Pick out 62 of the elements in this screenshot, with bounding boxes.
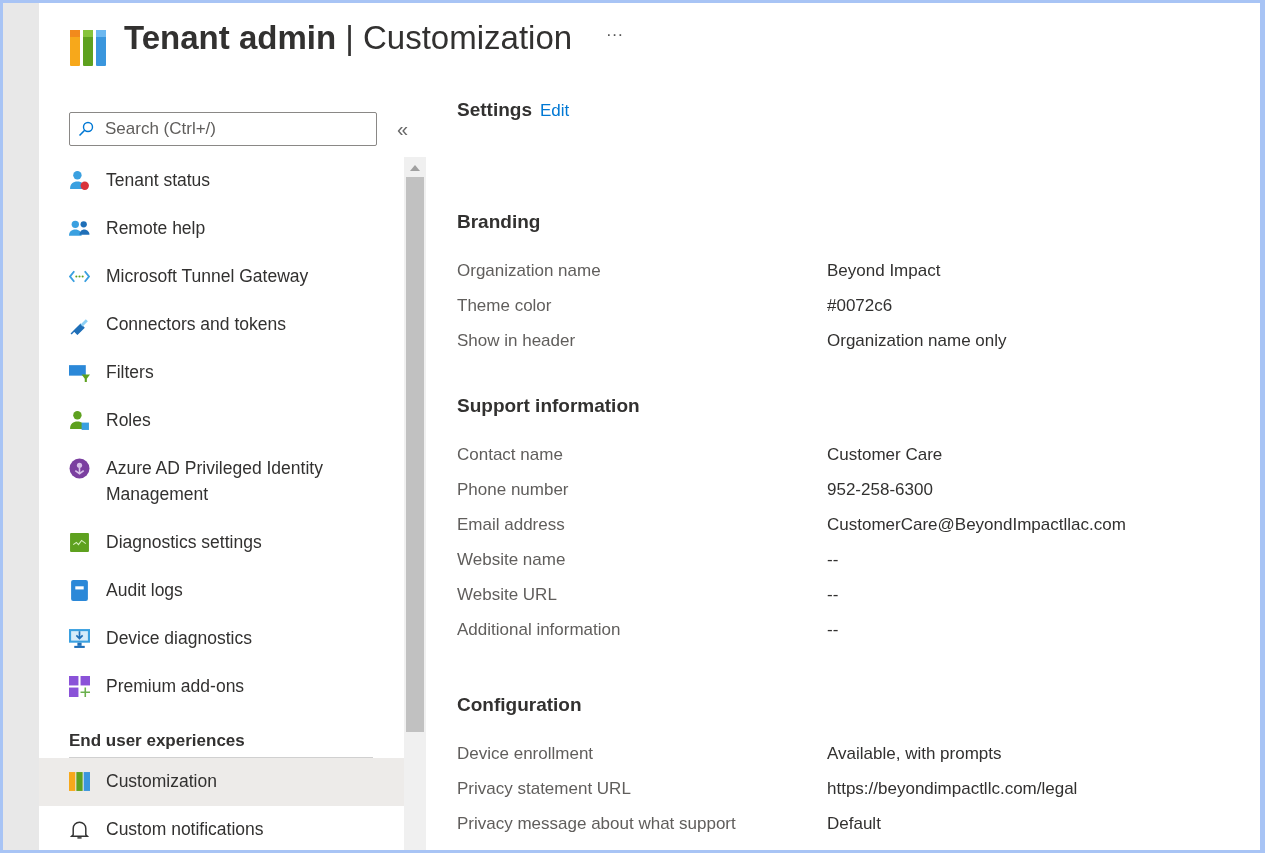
person-icon: [69, 410, 90, 431]
nav-item[interactable]: Customization: [39, 758, 404, 806]
nav-item[interactable]: Audit logs: [39, 567, 404, 615]
setting-label: Phone number: [457, 479, 570, 500]
setting-value: 952-258-6300: [827, 479, 933, 500]
book-icon: [69, 580, 90, 601]
scroll-up-icon[interactable]: [410, 165, 420, 171]
setting-value: Customer Care: [827, 444, 943, 465]
nav-item[interactable]: Azure AD Privileged Identity Management: [39, 445, 404, 519]
collapse-button[interactable]: «: [397, 117, 409, 141]
settings-heading: Settings: [457, 99, 532, 121]
setting-label: Device enrollment: [457, 743, 595, 764]
setting-label: Privacy statement URL: [457, 778, 632, 799]
setting-label: Contact name: [457, 444, 564, 465]
nav-item[interactable]: Microsoft Tunnel Gateway: [39, 253, 404, 301]
monitor-icon: [69, 628, 90, 649]
nav-item[interactable]: Device diagnostics: [39, 615, 404, 663]
setting-value: Organization name only: [827, 330, 1007, 351]
scrollbar[interactable]: [404, 157, 426, 850]
nav-item[interactable]: Remote help: [39, 205, 404, 253]
bars-icon: [69, 771, 90, 792]
nav-item[interactable]: Filters: [39, 349, 404, 397]
setting-label: Show in header: [457, 330, 577, 351]
setting-label: Organization name: [457, 260, 602, 281]
setting-value: Beyond Impact: [827, 260, 941, 281]
search-icon: [78, 121, 94, 137]
setting-value: --: [827, 549, 839, 570]
setting-value: Available, with prompts: [827, 743, 1002, 764]
chart-card-icon: [69, 532, 90, 553]
setting-label: Email address: [457, 514, 566, 535]
section-heading: End user experiences: [68, 730, 246, 752]
group-heading: Branding: [457, 210, 542, 234]
nav-item[interactable]: Roles: [39, 397, 404, 445]
page-title: Tenant admin | Customization: [124, 19, 573, 56]
setting-label: Additional information: [457, 619, 622, 640]
setting-label: Theme color: [457, 295, 553, 316]
bell-icon: [69, 819, 90, 840]
nav-item[interactable]: Tenant status: [39, 157, 404, 205]
setting-value: --: [827, 584, 839, 605]
more-button[interactable]: ···: [606, 25, 624, 45]
setting-label: Website name: [457, 549, 567, 570]
customization-logo-icon: [70, 28, 106, 68]
setting-value: #0072c6: [827, 295, 893, 316]
person-icon: [69, 170, 90, 191]
setting-value: Default: [827, 813, 881, 834]
group-heading: Configuration: [457, 693, 583, 717]
filter-card-icon: [69, 362, 90, 383]
nav-item[interactable]: Connectors and tokens: [39, 301, 404, 349]
setting-label: Website URL: [457, 584, 558, 605]
nav-item[interactable]: Premium add-ons: [39, 663, 404, 711]
setting-value: CustomerCare@BeyondImpactllac.com: [827, 514, 1126, 535]
group-heading: Support information: [457, 394, 641, 418]
setting-value: --: [827, 619, 839, 640]
setting-value: https://beyondimpactllc.com/legal: [827, 778, 1078, 799]
shield-badge-icon: [69, 458, 90, 479]
search-field[interactable]: Search (Ctrl+/): [69, 112, 377, 146]
people-icon: [69, 218, 90, 239]
nav-item[interactable]: Diagnostics settings: [39, 519, 404, 567]
tiles-add-icon: [69, 676, 90, 697]
nav-item[interactable]: Custom notifications: [39, 806, 404, 850]
setting-label: Privacy message about what support: [457, 813, 737, 834]
edit-link[interactable]: Edit: [539, 101, 570, 121]
